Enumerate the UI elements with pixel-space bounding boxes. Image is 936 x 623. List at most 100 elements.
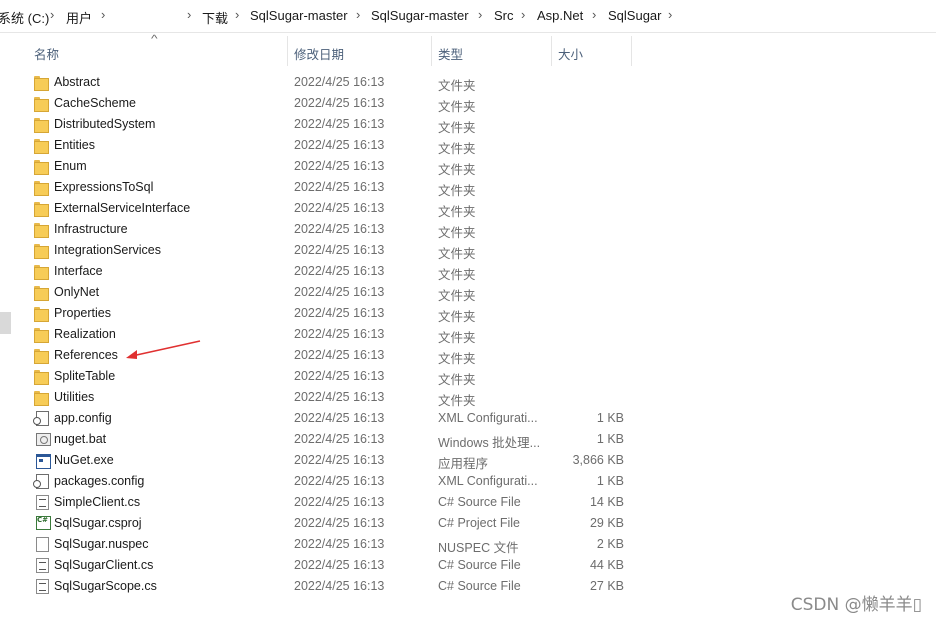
column-header-modified[interactable]: 修改日期: [294, 44, 344, 63]
file-modified-date: 2022/4/25 16:13: [294, 474, 385, 488]
file-row[interactable]: Realization 2022/4/25 16:13 文件夹: [0, 324, 640, 345]
column-divider[interactable]: [431, 36, 432, 66]
file-row[interactable]: IntegrationServices 2022/4/25 16:13 文件夹: [0, 240, 640, 261]
file-name[interactable]: Properties: [54, 306, 111, 320]
column-divider[interactable]: [631, 36, 632, 66]
column-header-size[interactable]: 大小: [558, 44, 583, 63]
file-row[interactable]: nuget.bat 2022/4/25 16:13 Windows 批处理... 1 …: [0, 429, 640, 450]
breadcrumb-separator[interactable]: ›: [668, 7, 672, 22]
blank-file-icon: [36, 537, 49, 552]
file-row[interactable]: SqlSugar.csproj 2022/4/25 16:13 C# Project…: [0, 513, 640, 534]
file-name[interactable]: SqlSugar.nuspec: [54, 537, 149, 551]
file-name[interactable]: Interface: [54, 264, 103, 278]
file-name[interactable]: SqlSugarClient.cs: [54, 558, 153, 572]
file-name[interactable]: References: [54, 348, 118, 362]
file-name[interactable]: CacheScheme: [54, 96, 136, 110]
file-name[interactable]: SimpleClient.cs: [54, 495, 140, 509]
file-name[interactable]: Entities: [54, 138, 95, 152]
file-name[interactable]: nuget.bat: [54, 432, 106, 446]
breadcrumb-separator[interactable]: ›: [356, 7, 360, 22]
breadcrumb-sqlsugar-master-1[interactable]: SqlSugar-master: [250, 8, 348, 23]
file-name[interactable]: OnlyNet: [54, 285, 99, 299]
breadcrumb-separator[interactable]: ›: [101, 7, 105, 22]
file-modified-date: 2022/4/25 16:13: [294, 327, 385, 341]
file-name[interactable]: Enum: [54, 159, 87, 173]
file-name[interactable]: SqlSugarScope.cs: [54, 579, 157, 593]
address-bar[interactable]: 系统 (C:) › 用户 › › 下载 › SqlSugar-master › …: [0, 0, 936, 33]
file-modified-date: 2022/4/25 16:13: [294, 201, 385, 215]
folder-icon: [34, 117, 49, 133]
breadcrumb-src[interactable]: Src: [494, 8, 514, 23]
file-row[interactable]: CacheScheme 2022/4/25 16:13 文件夹: [0, 93, 640, 114]
file-type: C# Source File: [438, 579, 521, 593]
file-name[interactable]: IntegrationServices: [54, 243, 161, 257]
config-file-icon: [33, 411, 49, 426]
folder-icon: [34, 180, 49, 196]
file-type: 文件夹: [438, 373, 476, 387]
cs-file-icon: [36, 558, 49, 573]
file-row[interactable]: Properties 2022/4/25 16:13 文件夹: [0, 303, 640, 324]
file-name[interactable]: Realization: [54, 327, 116, 341]
file-name[interactable]: Utilities: [54, 390, 94, 404]
file-row[interactable]: SqlSugar.nuspec 2022/4/25 16:13 NUSPEC 文件 2…: [0, 534, 640, 555]
file-name[interactable]: ExternalServiceInterface: [54, 201, 190, 215]
file-type: 文件夹: [438, 184, 476, 198]
file-row[interactable]: OnlyNet 2022/4/25 16:13 文件夹: [0, 282, 640, 303]
breadcrumb-drive[interactable]: 系统 (C:): [0, 8, 49, 27]
file-name[interactable]: SpliteTable: [54, 369, 115, 383]
file-type: 文件夹: [438, 289, 476, 303]
breadcrumb-separator[interactable]: ›: [235, 7, 239, 22]
folder-icon: [34, 138, 49, 154]
breadcrumb-separator[interactable]: ›: [187, 7, 191, 22]
file-name[interactable]: ExpressionsToSql: [54, 180, 153, 194]
file-name[interactable]: Infrastructure: [54, 222, 128, 236]
file-row[interactable]: Infrastructure 2022/4/25 16:13 文件夹: [0, 219, 640, 240]
file-name[interactable]: DistributedSystem: [54, 117, 155, 131]
file-type: 文件夹: [438, 310, 476, 324]
breadcrumb-users[interactable]: 用户: [66, 8, 92, 27]
file-type: Windows 批处理...: [438, 436, 541, 450]
file-row[interactable]: SqlSugarScope.cs 2022/4/25 16:13 C# Source…: [0, 576, 640, 597]
folder-icon: [34, 243, 49, 259]
file-row[interactable]: NuGet.exe 2022/4/25 16:13 应用程序 3,866 KB: [0, 450, 640, 471]
breadcrumb-separator[interactable]: ›: [521, 7, 525, 22]
file-row[interactable]: packages.config 2022/4/25 16:13 XML Config…: [0, 471, 640, 492]
file-row[interactable]: SimpleClient.cs 2022/4/25 16:13 C# Source …: [0, 492, 640, 513]
file-modified-date: 2022/4/25 16:13: [294, 537, 385, 551]
file-row[interactable]: Enum 2022/4/25 16:13 文件夹: [0, 156, 640, 177]
file-modified-date: 2022/4/25 16:13: [294, 222, 385, 236]
file-row[interactable]: Entities 2022/4/25 16:13 文件夹: [0, 135, 640, 156]
file-name[interactable]: Abstract: [54, 75, 100, 89]
file-modified-date: 2022/4/25 16:13: [294, 369, 385, 383]
file-row[interactable]: app.config 2022/4/25 16:13 XML Configurati…: [0, 408, 640, 429]
file-row[interactable]: Utilities 2022/4/25 16:13 文件夹: [0, 387, 640, 408]
file-row[interactable]: SqlSugarClient.cs 2022/4/25 16:13 C# Sourc…: [0, 555, 640, 576]
file-modified-date: 2022/4/25 16:13: [294, 411, 385, 425]
file-row[interactable]: References 2022/4/25 16:13 文件夹: [0, 345, 640, 366]
column-header-type[interactable]: 类型: [438, 44, 463, 63]
breadcrumb-sqlsugar[interactable]: SqlSugar: [608, 8, 661, 23]
file-name[interactable]: app.config: [54, 411, 112, 425]
column-divider[interactable]: [551, 36, 552, 66]
breadcrumb-aspnet[interactable]: Asp.Net: [537, 8, 583, 23]
file-row[interactable]: DistributedSystem 2022/4/25 16:13 文件夹: [0, 114, 640, 135]
breadcrumb-separator[interactable]: ›: [478, 7, 482, 22]
file-row[interactable]: ExpressionsToSql 2022/4/25 16:13 文件夹: [0, 177, 640, 198]
breadcrumb-separator[interactable]: ›: [592, 7, 596, 22]
breadcrumb-downloads[interactable]: 下载: [202, 8, 228, 27]
file-list: Abstract 2022/4/25 16:13 文件夹 CacheScheme 202…: [0, 72, 640, 597]
breadcrumb-sqlsugar-master-2[interactable]: SqlSugar-master: [371, 8, 469, 23]
file-modified-date: 2022/4/25 16:13: [294, 75, 385, 89]
file-modified-date: 2022/4/25 16:13: [294, 516, 385, 530]
file-row[interactable]: Interface 2022/4/25 16:13 文件夹: [0, 261, 640, 282]
folder-icon: [34, 264, 49, 280]
column-header-name[interactable]: 名称: [34, 44, 59, 63]
file-name[interactable]: packages.config: [54, 474, 144, 488]
breadcrumb-separator[interactable]: ›: [50, 7, 54, 22]
file-name[interactable]: NuGet.exe: [54, 453, 114, 467]
file-row[interactable]: Abstract 2022/4/25 16:13 文件夹: [0, 72, 640, 93]
file-row[interactable]: ExternalServiceInterface 2022/4/25 16:13 文…: [0, 198, 640, 219]
column-divider[interactable]: [287, 36, 288, 66]
file-row[interactable]: SpliteTable 2022/4/25 16:13 文件夹: [0, 366, 640, 387]
file-name[interactable]: SqlSugar.csproj: [54, 516, 142, 530]
